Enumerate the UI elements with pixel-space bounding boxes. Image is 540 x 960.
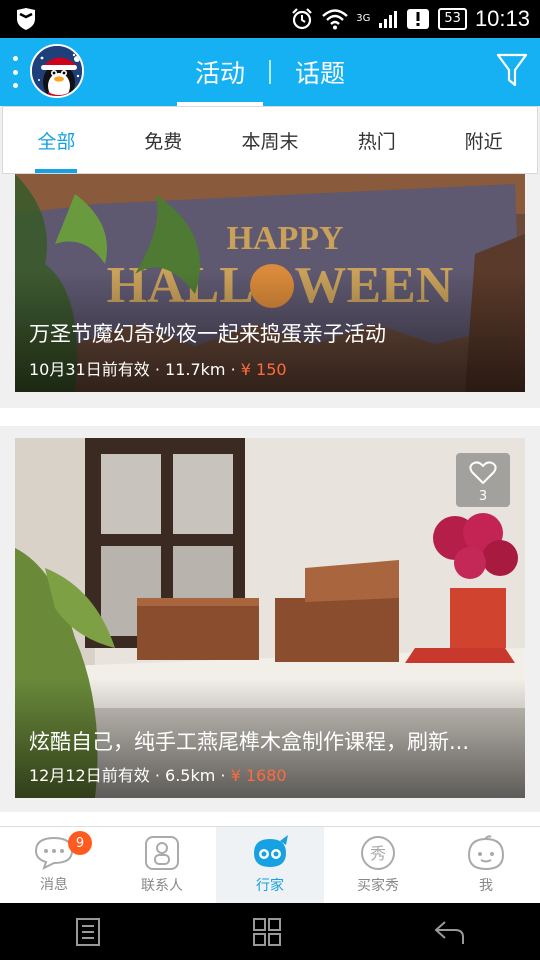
expert-icon [254, 835, 288, 867]
home-key-icon[interactable] [252, 917, 282, 947]
back-key-icon[interactable] [433, 918, 465, 946]
app-header: 活动 话题 [0, 38, 540, 106]
bottom-nav: 9 消息 联系人 行家 秀 买家秀 我 [0, 826, 540, 903]
like-button[interactable]: 3 [456, 453, 510, 507]
tab-activities[interactable]: 活动 [171, 38, 269, 106]
card-title: 万圣节魔幻奇妙夜一起来捣蛋亲子活动 [29, 322, 386, 346]
profile-icon [467, 835, 505, 871]
category-all[interactable]: 全部 [3, 107, 110, 173]
activity-card[interactable]: HAPPY HALLOWEEN 万圣节魔幻奇妙夜一起来捣蛋亲子活动 10月31日… [15, 174, 525, 392]
meta-dot: · [230, 360, 236, 379]
show-icon: 秀 [361, 836, 395, 870]
heart-icon [469, 461, 497, 484]
nav-label: 买家秀 [357, 878, 399, 894]
nav-label: 消息 [40, 877, 68, 893]
category-weekend[interactable]: 本周末 [217, 107, 324, 173]
avatar[interactable] [30, 44, 84, 98]
message-badge: 9 [68, 831, 92, 855]
menu-key-icon[interactable] [75, 917, 101, 947]
menu-dots-icon[interactable] [13, 56, 19, 88]
nav-label: 行家 [256, 878, 284, 894]
card-distance: 11.7km [165, 360, 226, 379]
nav-label: 联系人 [141, 878, 183, 894]
network-type: 3G [356, 13, 371, 24]
nav-label: 我 [479, 878, 493, 894]
banner-text: HAPPY [226, 220, 343, 257]
nav-experts[interactable]: 行家 [216, 827, 324, 903]
card-price: ¥ 150 [240, 360, 287, 379]
nav-buyer-show[interactable]: 秀 买家秀 [324, 827, 432, 903]
category-popular[interactable]: 热门 [323, 107, 430, 173]
svg-text:秀: 秀 [370, 844, 386, 863]
clock: 10:13 [474, 6, 530, 31]
meta-dot: · [220, 766, 226, 785]
card-meta: 12月12日前有效 · 6.5km · ¥ 1680 [29, 762, 287, 786]
card-spacer [0, 812, 540, 826]
tab-topics[interactable]: 话题 [271, 38, 369, 106]
card-distance: 6.5km [165, 766, 216, 785]
app-screen: 3G 53 10:13 活动 话题 全部 免费 本周末 热门 附近 HAPPY … [0, 0, 540, 960]
meta-dot: · [154, 360, 160, 379]
card-spacer [0, 408, 540, 426]
card-price: ¥ 1680 [230, 766, 287, 785]
shield-icon [17, 8, 35, 30]
card-expiry: 12月12日前有效 [29, 766, 150, 785]
filter-icon[interactable] [496, 52, 528, 88]
category-tabs: 全部 免费 本周末 热门 附近 [2, 106, 538, 174]
card-meta: 10月31日前有效 · 11.7km · ¥ 150 [29, 356, 287, 380]
nav-messages[interactable]: 9 消息 [0, 827, 108, 903]
nav-contacts[interactable]: 联系人 [108, 827, 216, 903]
wifi-icon [322, 9, 349, 30]
alarm-icon [292, 8, 313, 30]
system-nav-bar [0, 903, 540, 960]
card-title: 炫酷自己，纯手工燕尾榫木盒制作课程，刷新... [29, 730, 470, 754]
like-count: 3 [478, 489, 488, 504]
category-nearby[interactable]: 附近 [430, 107, 537, 173]
card-expiry: 10月31日前有效 [29, 360, 150, 379]
signal-icon [379, 11, 398, 28]
battery-icon: 53 [438, 8, 467, 30]
activity-card[interactable]: 3 炫酷自己，纯手工燕尾榫木盒制作课程，刷新... 12月12日前有效 · 6.… [15, 438, 525, 798]
nav-profile[interactable]: 我 [432, 827, 540, 903]
meta-dot: · [154, 766, 160, 785]
notification-icon [407, 9, 430, 29]
contacts-icon [145, 836, 179, 870]
category-free[interactable]: 免费 [110, 107, 217, 173]
status-bar: 3G 53 10:13 [0, 0, 540, 38]
